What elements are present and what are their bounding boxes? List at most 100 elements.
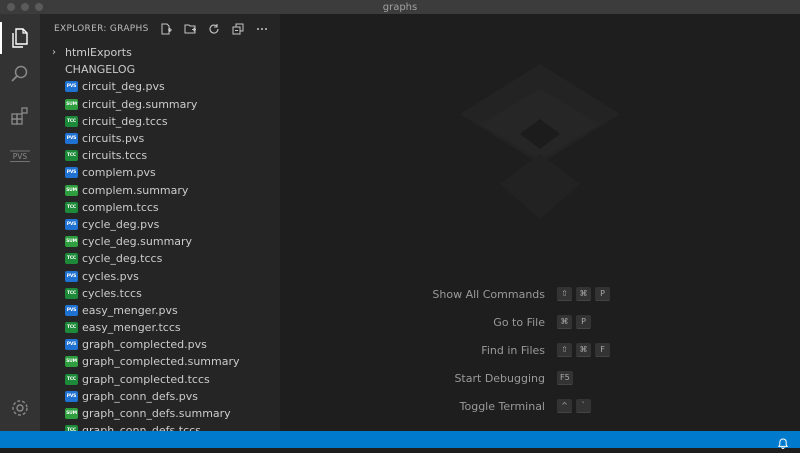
file-item[interactable]: PVS graph_conn_defs.pvs	[40, 388, 280, 405]
shortcut-row[interactable]: Find in Files ⇧ ⌘ F	[430, 336, 790, 364]
sum-file-icon: SUM	[65, 408, 78, 420]
explorer-sidebar: EXPLORER: GRAPHS › htmlExports CHANGELOG…	[40, 14, 280, 431]
tcc-file-icon: TCC	[65, 201, 78, 213]
explorer-actions	[159, 22, 270, 37]
file-label: circuits.tccs	[82, 149, 148, 163]
keycap: ⌘	[576, 287, 591, 301]
file-item[interactable]: SUM graph_complected.summary	[40, 353, 280, 370]
shortcut-label: Toggle Terminal	[459, 399, 545, 413]
keycap: P	[595, 287, 610, 301]
editor-area: Show All Commands ⇧ ⌘ P Go to File ⌘ P Find in …	[280, 14, 800, 431]
file-label: cycle_deg.summary	[82, 235, 193, 249]
file-label: graph_conn_defs.pvs	[82, 389, 198, 403]
search-icon[interactable]	[0, 58, 40, 90]
shortcut-label: Start Debugging	[454, 371, 545, 385]
file-label: circuits.pvs	[82, 132, 145, 146]
file-item[interactable]: PVS circuits.pvs	[40, 130, 280, 147]
more-actions-icon[interactable]	[255, 22, 270, 37]
keycap: ⌘	[557, 315, 572, 329]
shortcut-row[interactable]: Go to File ⌘ P	[430, 308, 790, 336]
file-item[interactable]: TCC complem.tccs	[40, 199, 280, 216]
folder-htmlexports[interactable]: › htmlExports	[40, 44, 280, 61]
keycap: ^	[557, 399, 572, 413]
file-label: circuit_deg.summary	[82, 97, 198, 111]
file-label: graph_complected.tccs	[82, 372, 210, 386]
keycap: ⌘	[576, 343, 591, 357]
file-item[interactable]: PVS complem.pvs	[40, 164, 280, 181]
title-bar: graphs	[0, 0, 800, 14]
file-item[interactable]: SUM circuit_deg.summary	[40, 96, 280, 113]
file-item[interactable]: TCC graph_complected.tccs	[40, 371, 280, 388]
explorer-icon[interactable]	[0, 22, 40, 54]
pvs-icon[interactable]: PVS	[0, 140, 40, 172]
collapse-all-icon[interactable]	[231, 22, 246, 37]
pvs-file-icon: PVS	[65, 270, 78, 282]
file-item[interactable]: TCC cycles.tccs	[40, 285, 280, 302]
shortcut-keys: F5	[557, 371, 573, 385]
file-label: cycle_deg.pvs	[82, 217, 160, 231]
file-item[interactable]: PVS graph_complected.pvs	[40, 336, 280, 353]
file-label: circuit_deg.pvs	[82, 80, 165, 94]
shortcut-label: Show All Commands	[432, 287, 545, 301]
file-label: cycles.pvs	[82, 269, 139, 283]
shortcut-row[interactable]: Start Debugging F5	[430, 364, 790, 392]
pvs-file-icon: PVS	[65, 304, 78, 316]
maximize-window-button[interactable]	[35, 3, 43, 11]
file-item[interactable]: SUM graph_conn_defs.summary	[40, 405, 280, 422]
new-file-icon[interactable]	[159, 22, 174, 37]
file-label: complem.summary	[82, 183, 189, 197]
file-item[interactable]: SUM cycle_deg.summary	[40, 233, 280, 250]
shortcut-keys: ⇧ ⌘ F	[557, 343, 610, 357]
file-item[interactable]: PVS easy_menger.pvs	[40, 302, 280, 319]
file-label: cycles.tccs	[82, 286, 142, 300]
tcc-file-icon: TCC	[65, 373, 78, 385]
file-label: complem.pvs	[82, 166, 156, 180]
extensions-icon[interactable]	[0, 100, 40, 132]
new-folder-icon[interactable]	[183, 22, 198, 37]
tcc-file-icon: TCC	[65, 253, 78, 265]
file-item[interactable]: TCC circuit_deg.tccs	[40, 113, 280, 130]
shortcut-label: Find in Files	[481, 343, 545, 357]
file-item[interactable]: TCC graph_conn_defs.tccs	[40, 422, 280, 431]
file-label: easy_menger.tccs	[82, 321, 181, 335]
file-item[interactable]: TCC cycle_deg.tccs	[40, 250, 280, 267]
refresh-icon[interactable]	[207, 22, 222, 37]
pvs-file-icon: PVS	[65, 81, 78, 93]
tcc-file-icon: TCC	[65, 322, 78, 334]
file-item[interactable]: TCC circuits.tccs	[40, 147, 280, 164]
window-title: graphs	[382, 1, 418, 13]
shortcut-row[interactable]: Show All Commands ⇧ ⌘ P	[430, 280, 790, 308]
file-label: complem.tccs	[82, 200, 159, 214]
file-label: CHANGELOG	[65, 63, 136, 77]
file-label: circuit_deg.tccs	[82, 114, 168, 128]
folder-label: htmlExports	[65, 46, 132, 60]
shortcut-keys: ⌘ P	[557, 315, 591, 329]
file-changelog[interactable]: CHANGELOG	[40, 61, 280, 78]
file-item[interactable]: PVS cycles.pvs	[40, 267, 280, 284]
close-window-button[interactable]	[7, 3, 15, 11]
settings-gear-icon[interactable]	[0, 392, 40, 424]
bell-icon[interactable]	[777, 434, 789, 453]
activity-bar: PVS	[0, 14, 40, 431]
vscode-watermark-icon	[460, 64, 620, 219]
keycap: ⇧	[557, 287, 572, 301]
sum-file-icon: SUM	[65, 184, 78, 196]
minimize-window-button[interactable]	[21, 3, 29, 11]
sum-file-icon: SUM	[65, 356, 78, 368]
shortcut-list: Show All Commands ⇧ ⌘ P Go to File ⌘ P Find in …	[430, 280, 790, 420]
file-item[interactable]: TCC easy_menger.tccs	[40, 319, 280, 336]
file-item[interactable]: PVS cycle_deg.pvs	[40, 216, 280, 233]
shortcut-row[interactable]: Toggle Terminal ^ `	[430, 392, 790, 420]
chevron-right-icon: ›	[52, 47, 56, 59]
window-controls[interactable]	[7, 3, 43, 11]
keycap: F5	[557, 371, 573, 385]
file-item[interactable]: PVS circuit_deg.pvs	[40, 78, 280, 95]
tcc-file-icon: TCC	[65, 150, 78, 162]
explorer-header: EXPLORER: GRAPHS	[40, 14, 280, 44]
file-label: graph_complected.summary	[82, 355, 240, 369]
file-item[interactable]: SUM complem.summary	[40, 182, 280, 199]
pvs-file-icon: PVS	[65, 133, 78, 145]
sum-file-icon: SUM	[65, 98, 78, 110]
file-label: cycle_deg.tccs	[82, 252, 163, 266]
shortcut-label: Go to File	[493, 315, 545, 329]
